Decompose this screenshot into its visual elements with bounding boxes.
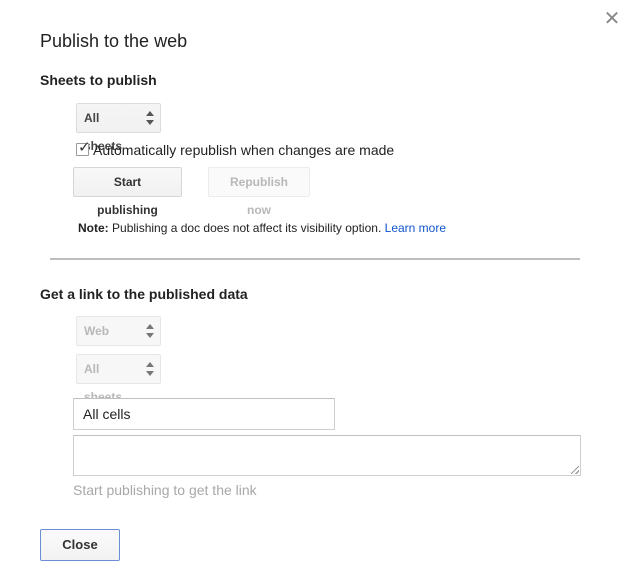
dialog-title: Publish to the web	[40, 31, 188, 51]
note-prefix: Note:	[78, 221, 109, 235]
get-link-heading: Get a link to the published data	[40, 286, 248, 302]
start-publishing-button[interactable]: Start publishing	[73, 167, 182, 217]
learn-more-link[interactable]: Learn more	[385, 221, 446, 235]
publish-dialog: ✕ Publish to the web Sheets to publish A…	[0, 0, 631, 585]
published-link-textarea[interactable]	[73, 435, 581, 476]
close-icon[interactable]: ✕	[601, 8, 623, 30]
updown-arrows-icon	[146, 111, 154, 125]
sheets-select[interactable]: All sheets	[76, 103, 161, 153]
section-divider	[50, 258, 580, 260]
range-input[interactable]: All cells	[73, 398, 335, 430]
updown-arrows-icon	[146, 362, 154, 376]
updown-arrows-icon	[146, 324, 154, 338]
format-select[interactable]: Web page	[76, 316, 161, 366]
auto-republish-checkbox[interactable]: ✓	[76, 139, 91, 156]
visibility-note: Note: Publishing a doc does not affect i…	[78, 221, 446, 235]
close-button[interactable]: Close	[40, 529, 120, 561]
note-text: Publishing a doc does not affect its vis…	[112, 221, 382, 235]
resize-grip-icon[interactable]	[571, 466, 579, 474]
auto-republish-label: Automatically republish when changes are…	[93, 142, 395, 158]
sheets-to-publish-heading: Sheets to publish	[40, 72, 157, 88]
republish-now-button[interactable]: Republish now	[208, 167, 310, 217]
checkmark-icon: ✓	[78, 139, 91, 156]
link-hint: Start publishing to get the link	[73, 482, 257, 498]
link-sheets-select[interactable]: All sheets	[76, 354, 161, 404]
